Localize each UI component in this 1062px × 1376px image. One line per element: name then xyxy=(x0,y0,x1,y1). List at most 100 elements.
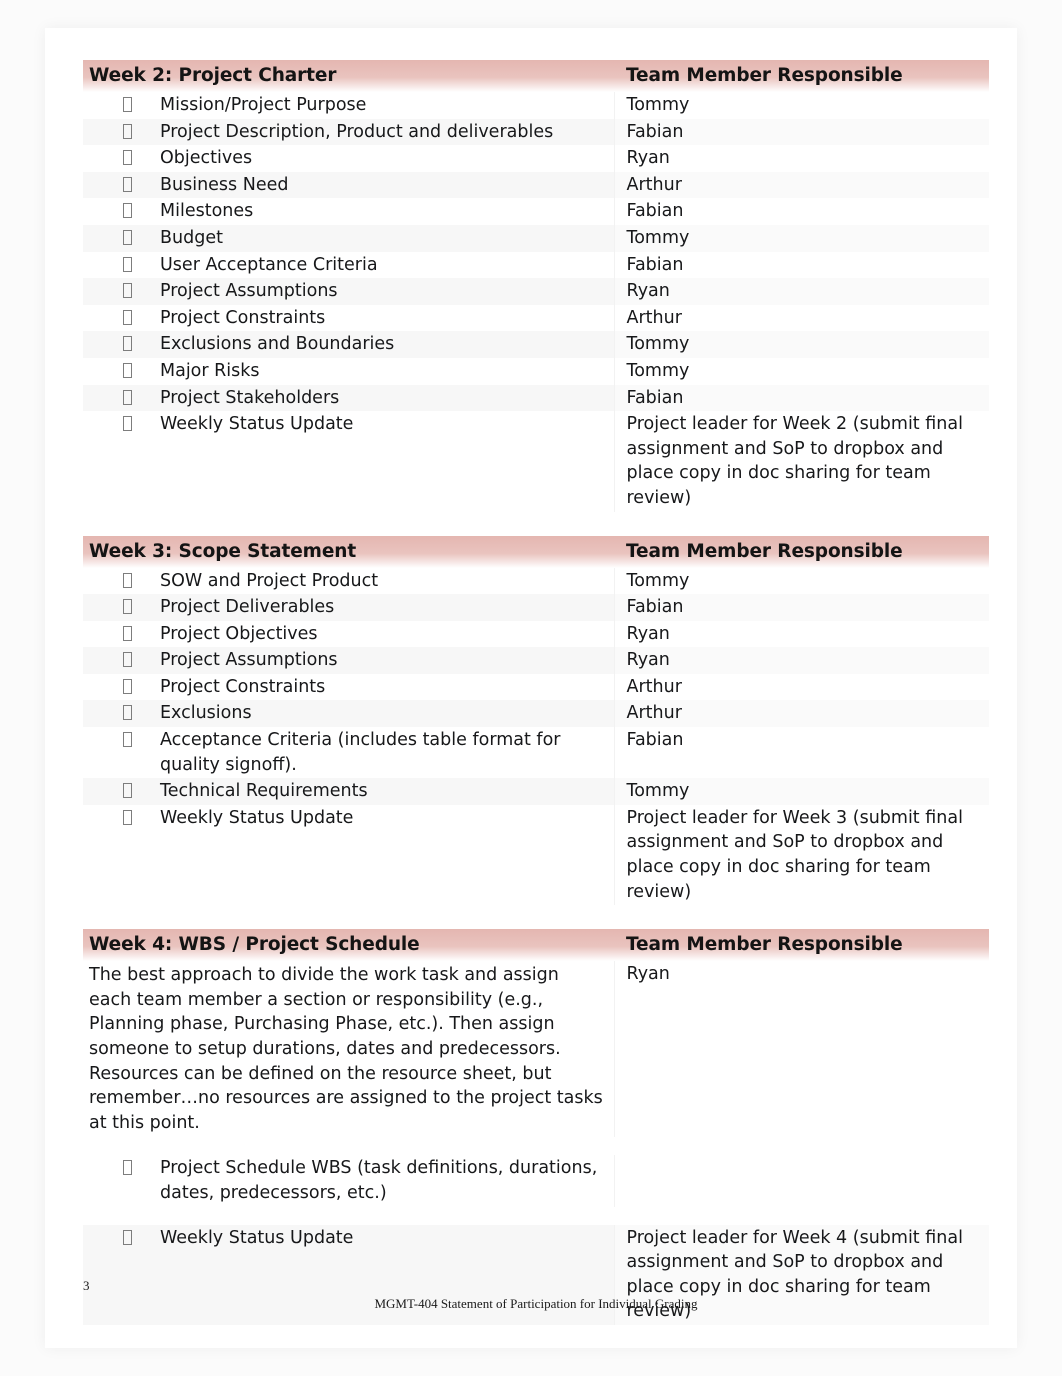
owner-cell: Tommy xyxy=(613,92,989,119)
section-table-week-3: Week 3: Scope Statement Team Member Resp… xyxy=(83,536,989,906)
task-label: Project Deliverables xyxy=(160,597,335,618)
task-cell: Project Objectives xyxy=(83,620,614,648)
section-title-cell: Week 4: WBS / Project Schedule xyxy=(83,929,614,961)
bullet-tofu-icon xyxy=(123,203,132,219)
table-row: Budget Tommy xyxy=(83,224,989,252)
owner-cell: Ryan xyxy=(613,145,989,172)
spacer-cell-right xyxy=(614,1206,989,1225)
task-cell: SOW and Project Product xyxy=(83,567,614,595)
owner-cell: Fabian xyxy=(613,118,989,146)
task-cell: Budget xyxy=(83,224,614,252)
task-label: Project Assumptions xyxy=(160,650,338,671)
task-cell: Technical Requirements xyxy=(83,778,614,805)
column-header-team-member: Team Member Responsible xyxy=(626,65,903,86)
owner-label: Tommy xyxy=(626,570,690,591)
task-cell: Project Constraints xyxy=(83,304,614,332)
bullet-tofu-icon xyxy=(123,732,132,748)
owner-cell: Ryan xyxy=(613,961,989,1138)
spacer-cell-left xyxy=(83,1206,614,1225)
task-cell: Project Assumptions xyxy=(83,647,614,674)
table-row: Project Stakeholders Fabian xyxy=(83,384,989,412)
bullet-tofu-icon xyxy=(123,1229,132,1245)
table-row: Weekly Status Update Project leader for … xyxy=(83,804,989,906)
table-row: Project Constraints Arthur xyxy=(83,304,989,332)
task-cell: Project Assumptions xyxy=(83,278,614,305)
task-label: Mission/Project Purpose xyxy=(160,95,367,115)
task-label: Technical Requirements xyxy=(160,781,368,802)
bullet-tofu-icon xyxy=(123,97,132,112)
table-row: Mission/Project Purpose Tommy xyxy=(83,92,989,119)
task-label: Exclusions and Boundaries xyxy=(160,334,395,355)
owner-label: Tommy xyxy=(626,781,690,802)
owner-cell: Ryan xyxy=(613,647,989,674)
owner-cell: Fabian xyxy=(613,251,989,279)
owner-label: Tommy xyxy=(626,227,690,248)
owner-cell: Fabian xyxy=(613,384,989,412)
section-title: Week 4: WBS / Project Schedule xyxy=(89,934,420,956)
bullet-tofu-icon xyxy=(123,652,132,668)
bullet-tofu-icon xyxy=(123,229,132,245)
task-label: Objectives xyxy=(160,148,253,169)
bullet-tofu-icon xyxy=(123,362,132,378)
task-label: Business Need xyxy=(160,174,289,195)
bullet-tofu-icon xyxy=(123,705,132,721)
task-cell: Project Stakeholders xyxy=(83,384,614,412)
table-row: Project Assumptions Ryan xyxy=(83,647,989,674)
task-label: Acceptance Criteria (includes table form… xyxy=(160,730,561,775)
task-cell: Objectives xyxy=(83,145,614,172)
task-label: Milestones xyxy=(160,201,254,222)
task-label: SOW and Project Product xyxy=(160,570,379,591)
section-table-week-4: Week 4: WBS / Project Schedule Team Memb… xyxy=(83,929,989,1325)
task-cell: Weekly Status Update xyxy=(83,411,614,512)
owner-cell: Fabian xyxy=(613,594,989,621)
table-row: Acceptance Criteria (includes table form… xyxy=(83,727,989,779)
bullet-tofu-icon xyxy=(123,783,132,799)
document-page: Week 2: Project Charter Team Member Resp… xyxy=(45,28,1017,1348)
owner-label: Ryan xyxy=(626,964,670,985)
owner-label: Tommy xyxy=(626,360,690,381)
table-row: Business Need Arthur xyxy=(83,171,989,199)
table-row: Exclusions and Boundaries Tommy xyxy=(83,331,989,358)
section-header-row: Week 4: WBS / Project Schedule Team Memb… xyxy=(83,929,989,961)
table-row: Project Description, Product and deliver… xyxy=(83,118,989,146)
task-cell: Milestones xyxy=(83,198,614,225)
table-row: Objectives Ryan xyxy=(83,145,989,172)
section-header-row: Week 2: Project Charter Team Member Resp… xyxy=(83,60,989,92)
owner-cell: Tommy xyxy=(613,778,989,805)
task-cell: Project Deliverables xyxy=(83,594,614,621)
table-row: Project Schedule WBS (task definitions, … xyxy=(83,1155,989,1207)
task-label: Project Assumptions xyxy=(160,281,338,302)
owner-cell: Tommy xyxy=(613,567,989,595)
table-row: SOW and Project Product Tommy xyxy=(83,567,989,595)
task-label: Major Risks xyxy=(160,360,260,381)
owner-label: Fabian xyxy=(626,597,684,618)
section-right-header-cell: Team Member Responsible xyxy=(614,60,989,92)
section-right-header-cell: Team Member Responsible xyxy=(614,929,989,961)
table-row-intro: The best approach to divide the work tas… xyxy=(83,961,989,1138)
task-cell: Mission/Project Purpose xyxy=(83,92,614,119)
task-cell: Business Need xyxy=(83,171,614,199)
owner-cell: Arthur xyxy=(613,700,989,728)
bullet-tofu-icon xyxy=(123,809,132,825)
task-label: Project Constraints xyxy=(160,307,326,328)
bullet-tofu-icon xyxy=(123,309,132,325)
bullet-tofu-icon xyxy=(123,336,132,352)
task-label: Project Stakeholders xyxy=(160,387,340,408)
task-label: Project Objectives xyxy=(160,623,318,644)
section-right-header-cell: Team Member Responsible xyxy=(614,536,989,568)
task-cell: Project Description, Product and deliver… xyxy=(83,118,614,146)
table-row: Project Constraints Arthur xyxy=(83,673,989,701)
table-row: User Acceptance Criteria Fabian xyxy=(83,251,989,279)
owner-label: Fabian xyxy=(626,254,684,275)
task-cell: Project Schedule WBS (task definitions, … xyxy=(83,1155,614,1207)
column-header-team-member: Team Member Responsible xyxy=(626,934,903,956)
section-title: Week 3: Scope Statement xyxy=(89,540,357,562)
section-title-cell: Week 2: Project Charter xyxy=(83,60,614,92)
section-title-cell: Week 3: Scope Statement xyxy=(83,536,614,568)
task-cell: User Acceptance Criteria xyxy=(83,251,614,279)
owner-label: Ryan xyxy=(626,148,670,169)
bullet-tofu-icon xyxy=(123,176,132,192)
task-label: Project Description, Product and deliver… xyxy=(160,121,554,142)
owner-label: Project leader for Week 2 (submit final … xyxy=(626,414,963,508)
section-header-row: Week 3: Scope Statement Team Member Resp… xyxy=(83,536,989,568)
